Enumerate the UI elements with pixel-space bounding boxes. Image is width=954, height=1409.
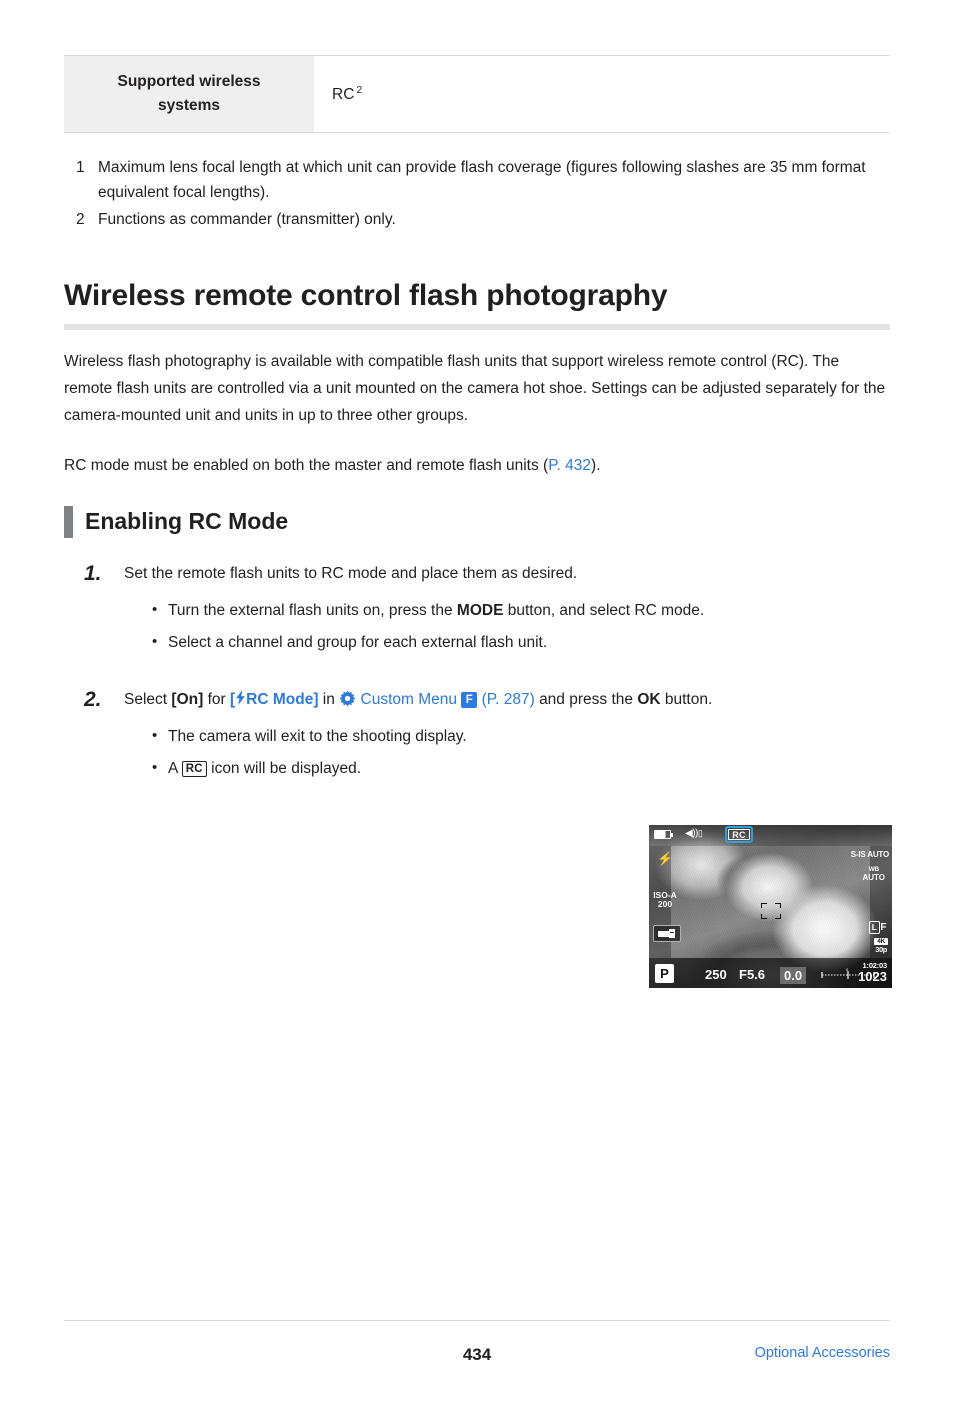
bullet-text: Turn the external flash units on, press … xyxy=(168,599,704,622)
af-corner-bottom-left xyxy=(761,914,767,919)
bullet-text: Select a channel and group for each exte… xyxy=(168,634,548,652)
document-page: Supported wireless systems RC 2 1 Maximum… xyxy=(0,55,954,1409)
iso-indicator: ISO-A 200 xyxy=(652,891,678,909)
step2-rc-mode-label: RC Mode] xyxy=(246,690,319,708)
bullet-text-pre: Turn the external flash units on, press … xyxy=(168,602,457,619)
step-body: Select [On] for [RC Mode] in Custom Menu… xyxy=(124,688,890,790)
step2-on-label: [On] xyxy=(171,690,204,708)
step2-for-word: for xyxy=(207,690,226,708)
list-item: • Select a channel and group for each ex… xyxy=(152,631,890,654)
step2-button-word: button. xyxy=(664,690,713,708)
gear-icon xyxy=(339,690,356,707)
page-footer: 434 Optional Accessories xyxy=(64,1345,890,1364)
drive-mode-icon xyxy=(653,925,681,942)
exposure-compensation-value: 0.0 xyxy=(780,967,807,984)
step-bullet-list: • Turn the external flash units on, pres… xyxy=(124,599,890,655)
step-number: 1. xyxy=(84,561,102,585)
footnote-item: 2 Functions as commander (transmitter) o… xyxy=(76,207,890,232)
page-reference-link-287[interactable]: (P. 287) xyxy=(482,691,535,708)
shutter-speed-value: 250 xyxy=(705,967,727,982)
footer-section-link[interactable]: Optional Accessories xyxy=(755,1345,890,1361)
bullet-text: The camera will exit to the shooting dis… xyxy=(168,727,467,745)
section-heading-group: Enabling RC Mode xyxy=(64,505,890,538)
step2-custom-menu-label: Custom Menu xyxy=(360,690,457,708)
bullet-text: A RC icon will be displayed. xyxy=(168,757,361,780)
shots-remaining-value: 1023 xyxy=(858,969,887,984)
bullet-dot: • xyxy=(152,633,158,651)
white-balance-indicator: WB AUTO xyxy=(862,866,885,882)
intro-paragraph: Wireless flash photography is available … xyxy=(64,353,886,424)
sound-icon: ◀))▯ xyxy=(685,828,703,839)
bullet-text-post: button, and select RC mode. xyxy=(503,602,705,619)
rc-indicator-label: RC xyxy=(728,829,750,840)
list-item: • A RC icon will be displayed. xyxy=(152,757,890,780)
flash-icon: ⚡ xyxy=(657,851,674,866)
list-item: • The camera will exit to the shooting d… xyxy=(152,725,890,748)
aperture-value: F5.6 xyxy=(739,967,766,982)
spec-value-footnote-marker: 2 xyxy=(356,83,363,96)
section-heading: Enabling RC Mode xyxy=(85,508,289,535)
step-item-1: 1. Set the remote flash units to RC mode… xyxy=(64,562,890,664)
movie-record-indicator: 4K 30p xyxy=(874,938,888,954)
heading-accent-bar xyxy=(64,505,73,538)
af-corner-top-left xyxy=(761,903,767,908)
movie-framerate: 30p xyxy=(875,945,887,954)
step2-and-press: and press the xyxy=(539,690,633,708)
bullet-dot: • xyxy=(152,726,158,744)
bullet-text-post: icon will be displayed. xyxy=(206,759,362,777)
table-row: Supported wireless systems RC 2 xyxy=(64,55,890,133)
footnote-list: 1 Maximum lens focal length at which uni… xyxy=(64,155,890,232)
af-corner-bottom-right xyxy=(775,914,781,919)
step-bullet-list: • The camera will exit to the shooting d… xyxy=(124,725,890,781)
rc-mode-paragraph: RC mode must be enabled on both the mast… xyxy=(64,453,890,480)
spec-value-cell: RC 2 xyxy=(314,55,890,133)
page-title: Wireless remote control flash photograph… xyxy=(64,279,668,313)
image-quality-letter: F xyxy=(880,922,887,933)
footnote-item: 1 Maximum lens focal length at which uni… xyxy=(76,155,890,205)
step-number: 2. xyxy=(84,687,102,711)
step2-select-word: Select xyxy=(124,690,168,708)
image-size-label: L xyxy=(868,921,881,934)
step-text: Set the remote flash units to RC mode an… xyxy=(124,564,578,582)
white-balance-value: AUTO xyxy=(862,872,885,882)
movie-resolution: 4K xyxy=(874,938,888,945)
list-item: • Turn the external flash units on, pres… xyxy=(152,599,890,622)
image-stabilizer-indicator: S-IS AUTO xyxy=(850,850,889,859)
footnote-text: Maximum lens focal length at which unit … xyxy=(98,159,866,202)
step2-ok-label: OK xyxy=(637,690,661,708)
spec-label-cell: Supported wireless systems xyxy=(64,55,314,133)
footer-divider xyxy=(64,1320,890,1321)
bullet-text-bold: MODE xyxy=(456,602,504,619)
shooting-mode-badge: P xyxy=(655,964,674,983)
heading-divider xyxy=(64,324,890,331)
page-number: 434 xyxy=(462,1345,492,1364)
rc-mode-tail-text: ). xyxy=(591,457,601,475)
spec-value-text: RC xyxy=(332,86,355,104)
bullet-dot: • xyxy=(152,601,158,618)
image-quality-indicator: LF xyxy=(868,921,887,934)
camera-display-illustration: ◀))▯ RC ⚡ ISO-A 200 S-IS AUTO WB AUTO LF xyxy=(649,825,892,988)
footnote-number: 2 xyxy=(76,211,85,229)
step-text: Select [On] for [RC Mode] in Custom Menu… xyxy=(124,688,890,712)
page-reference-link-432[interactable]: P. 432 xyxy=(548,457,591,474)
step2-in-word: in xyxy=(322,690,335,708)
rc-indicator-highlight: RC xyxy=(725,826,753,843)
footnote-text: Functions as commander (transmitter) onl… xyxy=(98,211,396,229)
rc-icon-chip: RC xyxy=(181,760,207,777)
flash-icon xyxy=(235,689,246,705)
bullet-dot: • xyxy=(152,758,158,776)
step-body: Set the remote flash units to RC mode an… xyxy=(124,562,890,664)
specification-table: Supported wireless systems RC 2 xyxy=(64,55,890,134)
battery-icon xyxy=(654,830,673,839)
rc-mode-lead-text: RC mode must be enabled on both the mast… xyxy=(64,457,549,475)
footnote-number: 1 xyxy=(76,159,85,177)
af-corner-top-right xyxy=(775,903,781,908)
bullet-text-pre: A xyxy=(168,759,182,777)
menu-tab-badge-f: F xyxy=(461,691,478,708)
iso-value: 200 xyxy=(657,898,673,909)
af-target-frame xyxy=(761,903,781,919)
step-item-2: 2. Select [On] for [RC Mode] in Custom M… xyxy=(64,688,890,790)
